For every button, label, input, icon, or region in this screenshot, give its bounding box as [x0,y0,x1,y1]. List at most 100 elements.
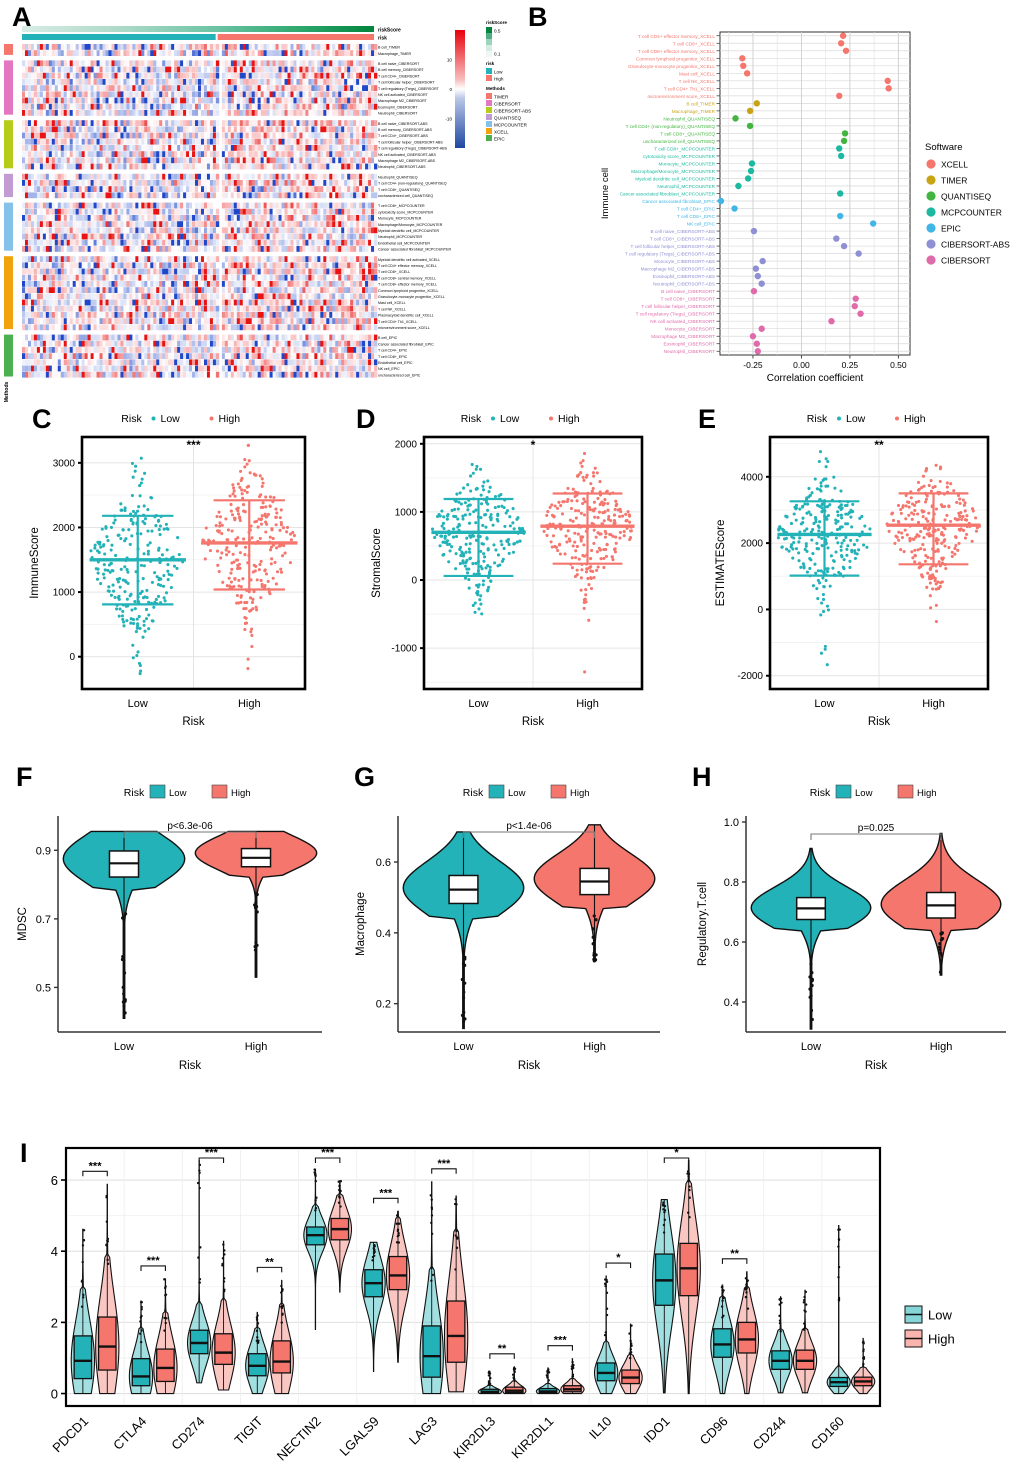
heatmap-cell [114,246,118,252]
heatmap-cell [81,192,85,199]
heatmap-cell [81,256,85,262]
heatmap-cell [90,79,94,85]
heatmap-cell [287,103,291,110]
heatmap-cell [278,126,282,133]
heatmap-cell [353,163,357,170]
heatmap-cell [347,97,351,104]
heatmap-cell [105,79,109,85]
heatmap-cell [195,202,199,209]
heatmap-cell [57,215,62,221]
heatmap-cell [329,246,333,252]
heatmap-cell [353,79,357,85]
heatmap-cell [114,262,118,269]
heatmap-cell [245,208,250,215]
heatmap-cell [248,318,253,324]
heatmap-cell [224,312,229,318]
heatmap-cell [189,132,193,139]
heatmap-cell [338,50,342,56]
heatmap-cell [42,202,47,209]
heatmap-cell [177,66,181,73]
heatmap-cell [141,173,145,180]
heatmap-cell [284,227,288,234]
heatmap-cell [186,262,190,269]
heatmap-cell [338,192,342,199]
heatmap-row-label: Mast cell_XCELL [378,301,406,305]
heatmap-cell [192,305,196,312]
heatmap-cell [36,202,41,209]
heatmap-cell [78,145,83,151]
heatmap-cell [221,44,226,50]
heatmap-cell [308,180,312,186]
heatmap-cell [326,173,330,180]
heatmap-cell [54,103,59,110]
heatmap-cell [353,44,357,50]
heatmap-cell [329,293,333,300]
heatmap-cell [27,192,32,199]
heatmap-cell [198,202,202,209]
heatmap-cell [81,66,85,73]
heatmap-cell [275,221,279,227]
heatmap-cell [212,274,217,281]
heatmap-row-label: Myeloid dendritic cell activated_XCELL [378,258,440,262]
heatmap-cell [320,312,324,318]
heatmap-cell [323,180,327,186]
heatmap-cell [69,233,74,240]
heatmap-cell [66,110,71,116]
heatmap-cell [302,227,306,234]
heatmap-cell [150,44,154,50]
heatmap-cell [90,151,94,157]
heatmap-cell [36,44,41,50]
heatmap-cell [338,305,342,312]
heatmap-cell [120,126,124,133]
heatmap-cell [230,44,235,50]
heatmap-cell [66,91,71,98]
heatmap-cell [293,85,297,91]
heatmap-row-label: Plasmacytoid dendritic cell_XCELL [378,314,434,318]
heatmap-cell [371,163,375,170]
heatmap-cell [308,186,312,192]
heatmap-cell [90,110,94,116]
heatmap-cell [200,79,205,85]
heatmap-cell [57,293,62,300]
heatmap-cell [117,215,121,221]
heatmap-cell [105,132,109,139]
heatmap-cell [317,138,321,145]
heatmap-cell [150,110,154,116]
heatmap-cell [150,281,154,287]
heatmap-cell [320,202,324,209]
heatmap-cell [245,281,250,287]
heatmap-cell [353,66,357,73]
heatmap-cell [24,256,29,262]
heatmap-cell [332,215,336,221]
heatmap-cell [344,91,348,98]
heatmap-cell [114,208,118,215]
heatmap-cell [290,186,294,192]
heatmap-cell [36,299,41,306]
heatmap-cell [356,138,360,145]
heatmap-cell [200,126,205,133]
heatmap-cell [60,268,65,275]
heatmap-cell [192,85,196,91]
heatmap-cell [335,186,339,192]
heatmap-cell [78,79,83,85]
heatmap-cell [66,44,71,50]
heatmap-cell [57,202,62,209]
heatmap-cell [335,221,339,227]
heatmap-cell [281,274,285,281]
heatmap-cell [22,110,26,116]
heatmap-cell [368,138,372,145]
heatmap-cell [22,208,26,215]
heatmap-cell [33,132,38,139]
heatmap-cell [287,72,291,79]
heatmap-cell [365,103,369,110]
heatmap-cell [314,312,318,318]
heatmap-cell [257,192,262,199]
heatmap-cell [27,138,32,145]
heatmap-cell [224,44,229,50]
heatmap-cell [341,157,345,164]
heatmap-cell [147,227,151,234]
heatmap-cell [153,44,157,50]
heatmap-cell [299,299,303,306]
heatmap-cell [209,60,214,67]
heatmap-cell [236,120,241,126]
